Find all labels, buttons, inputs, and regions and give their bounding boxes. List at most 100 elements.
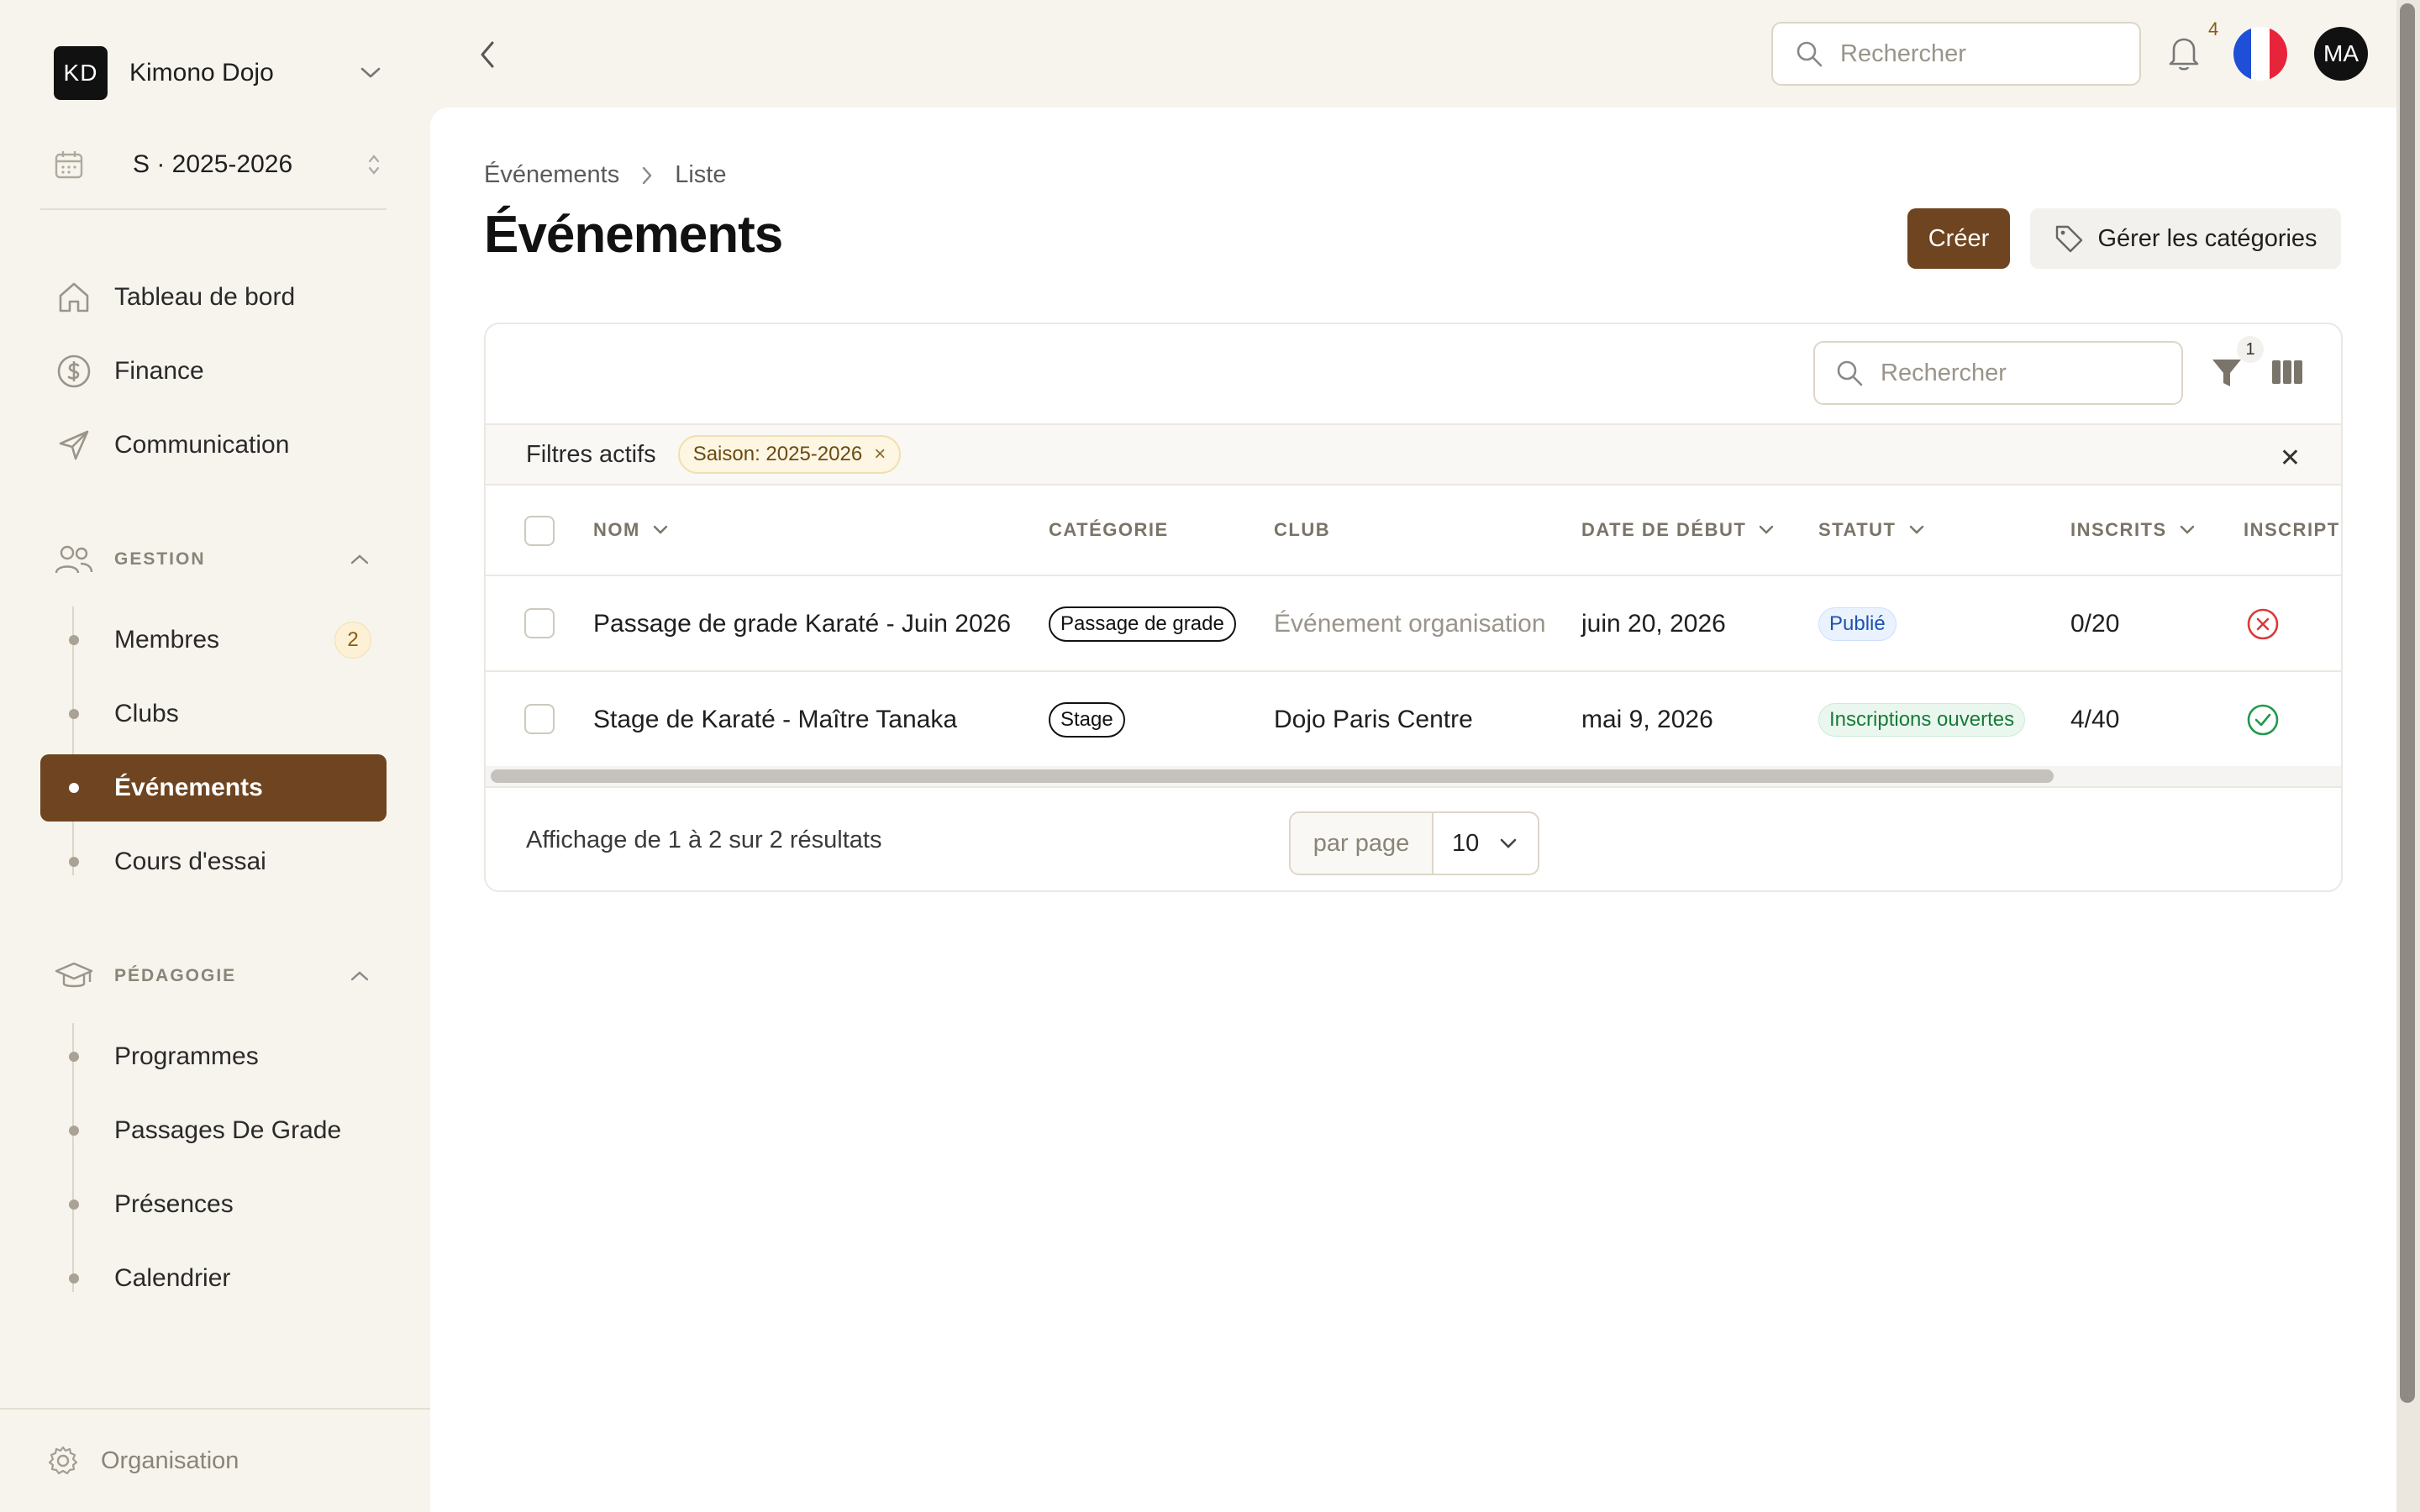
column-header-categorie[interactable]: CATÉGORIE bbox=[1049, 519, 1169, 541]
column-header-club[interactable]: CLUB bbox=[1274, 519, 1330, 541]
flag-red bbox=[2269, 27, 2287, 81]
row-checkbox[interactable] bbox=[524, 608, 555, 638]
sidebar-item-evenements[interactable]: Événements bbox=[40, 754, 387, 822]
column-header-label: STATUT bbox=[1818, 519, 1897, 540]
per-page-label: par page bbox=[1291, 813, 1434, 874]
tag-icon bbox=[2054, 223, 2084, 254]
dollar-circle-icon bbox=[40, 353, 108, 390]
sidebar-item-presences[interactable]: Présences bbox=[40, 1171, 387, 1238]
chevron-down-icon bbox=[1758, 524, 1775, 536]
global-search-input[interactable]: Rechercher bbox=[1771, 22, 2141, 86]
collapse-sidebar-button[interactable] bbox=[471, 34, 504, 76]
flag-blue bbox=[2233, 27, 2252, 81]
user-avatar[interactable]: MA bbox=[2314, 27, 2368, 81]
sidebar-divider bbox=[40, 208, 387, 210]
status-badge: Publié bbox=[1818, 607, 1897, 641]
section-gestion-toggle[interactable]: GESTION bbox=[40, 534, 387, 585]
column-header-statut[interactable]: STATUT bbox=[1818, 519, 1925, 541]
create-button[interactable]: Créer bbox=[1907, 208, 2010, 269]
org-logo: KD bbox=[54, 46, 108, 100]
filter-button[interactable] bbox=[2210, 354, 2247, 396]
remove-filter-icon[interactable]: × bbox=[874, 443, 886, 466]
chevron-left-icon bbox=[478, 39, 497, 70]
row-checkbox[interactable] bbox=[524, 704, 555, 734]
manage-categories-button[interactable]: Gérer les catégories bbox=[2030, 208, 2341, 269]
tree-dot bbox=[69, 1200, 79, 1210]
chevron-down-icon bbox=[1908, 524, 1925, 536]
per-page-select[interactable]: par page 10 bbox=[1289, 811, 1539, 875]
column-header-inscrits[interactable]: INSCRITS bbox=[2070, 519, 2196, 541]
column-header-nom[interactable]: NOM bbox=[593, 519, 669, 541]
season-selector[interactable]: S · 2025-2026 bbox=[54, 141, 381, 188]
clear-filters-icon[interactable]: ✕ bbox=[2280, 444, 2301, 473]
search-placeholder: Rechercher bbox=[1881, 359, 2007, 386]
event-status: Inscriptions ouvertes bbox=[1818, 672, 2026, 768]
filter-chip-season[interactable]: Saison: 2025-2026 × bbox=[677, 435, 902, 474]
organisation-settings-link[interactable]: Organisation bbox=[47, 1440, 239, 1482]
page-title: Événements bbox=[484, 206, 783, 264]
org-name: Kimono Dojo bbox=[129, 59, 274, 87]
table-row[interactable]: Stage de Karaté - Maître Tanaka Stage Do… bbox=[486, 672, 2341, 768]
column-header-date-debut[interactable]: DATE DE DÉBUT bbox=[1581, 519, 1775, 541]
filter-chip-label: Saison: 2025-2026 bbox=[692, 443, 863, 465]
notifications-button[interactable] bbox=[2166, 34, 2205, 76]
graduation-cap-icon bbox=[40, 959, 108, 993]
bell-icon bbox=[2166, 34, 2205, 72]
columns-icon bbox=[2270, 358, 2307, 386]
event-name[interactable]: Passage de grade Karaté - Juin 2026 bbox=[593, 576, 1011, 672]
chevron-up-down-icon bbox=[366, 152, 381, 177]
table-row[interactable]: Passage de grade Karaté - Juin 2026 Pass… bbox=[486, 576, 2341, 672]
season-label: S · 2025-2026 bbox=[133, 150, 293, 178]
sidebar-item-label: Tableau de bord bbox=[114, 283, 296, 311]
registration-closed-icon bbox=[2245, 576, 2281, 672]
column-header-inscriptions[interactable]: INSCRIPTI bbox=[2244, 519, 2341, 541]
column-header-label: CLUB bbox=[1274, 519, 1331, 540]
event-category: Stage bbox=[1049, 672, 1125, 768]
sidebar: KD Kimono Dojo S · 2025-2026 Tableau de … bbox=[0, 0, 430, 1512]
select-all-checkbox[interactable] bbox=[524, 516, 555, 546]
flag-white bbox=[2251, 27, 2270, 81]
event-club: Dojo Paris Centre bbox=[1274, 706, 1473, 733]
sidebar-item-calendrier[interactable]: Calendrier bbox=[40, 1245, 387, 1312]
event-club: Événement organisation bbox=[1274, 610, 1546, 638]
organisation-label: Organisation bbox=[101, 1446, 239, 1474]
table-search-input[interactable]: Rechercher bbox=[1813, 341, 2183, 405]
search-icon bbox=[1795, 39, 1823, 68]
sidebar-item-cours-essai[interactable]: Cours d'essai bbox=[40, 828, 387, 895]
event-name[interactable]: Stage de Karaté - Maître Tanaka bbox=[593, 672, 957, 768]
tree-dot bbox=[69, 857, 79, 867]
sidebar-divider bbox=[0, 1408, 430, 1410]
registration-open-icon bbox=[2245, 672, 2281, 768]
sidebar-item-membres[interactable]: Membres 2 bbox=[40, 606, 387, 674]
column-header-label: CATÉGORIE bbox=[1049, 519, 1169, 540]
sidebar-item-dashboard[interactable]: Tableau de bord bbox=[40, 264, 387, 331]
sidebar-item-programmes[interactable]: Programmes bbox=[40, 1023, 387, 1090]
section-title: GESTION bbox=[114, 549, 206, 569]
breadcrumb-item-evenements[interactable]: Événements bbox=[484, 161, 619, 189]
tree-dot bbox=[69, 1126, 79, 1136]
sidebar-item-communication[interactable]: Communication bbox=[40, 412, 387, 479]
language-flag-fr[interactable] bbox=[2233, 27, 2287, 81]
status-badge: Inscriptions ouvertes bbox=[1818, 703, 2026, 737]
home-icon bbox=[40, 279, 108, 316]
tree-dot bbox=[69, 1273, 79, 1284]
manage-categories-label: Gérer les catégories bbox=[2097, 224, 2317, 252]
calendar-icon bbox=[54, 150, 84, 180]
event-category: Passage de grade bbox=[1049, 576, 1236, 672]
sidebar-item-label: Programmes bbox=[114, 1042, 259, 1070]
chevron-up-icon bbox=[350, 553, 370, 566]
organization-switcher[interactable]: KD Kimono Dojo bbox=[54, 45, 381, 101]
page-scrollbar-thumb[interactable] bbox=[2400, 3, 2415, 1403]
section-title: PÉDAGOGIE bbox=[114, 966, 237, 985]
sidebar-item-label: Présences bbox=[114, 1190, 234, 1218]
sidebar-item-clubs[interactable]: Clubs bbox=[40, 680, 387, 748]
tree-dot bbox=[69, 1052, 79, 1062]
sidebar-item-finance[interactable]: Finance bbox=[40, 338, 387, 405]
category-badge: Passage de grade bbox=[1049, 606, 1236, 642]
tree-dot bbox=[69, 635, 79, 645]
sidebar-item-label: Clubs bbox=[114, 700, 179, 727]
section-pedagogie-toggle[interactable]: PÉDAGOGIE bbox=[40, 951, 387, 1001]
table-horizontal-scrollbar-thumb[interactable] bbox=[491, 769, 2054, 783]
columns-toggle-button[interactable] bbox=[2270, 358, 2307, 391]
sidebar-item-passages-de-grade[interactable]: Passages De Grade bbox=[40, 1097, 387, 1164]
